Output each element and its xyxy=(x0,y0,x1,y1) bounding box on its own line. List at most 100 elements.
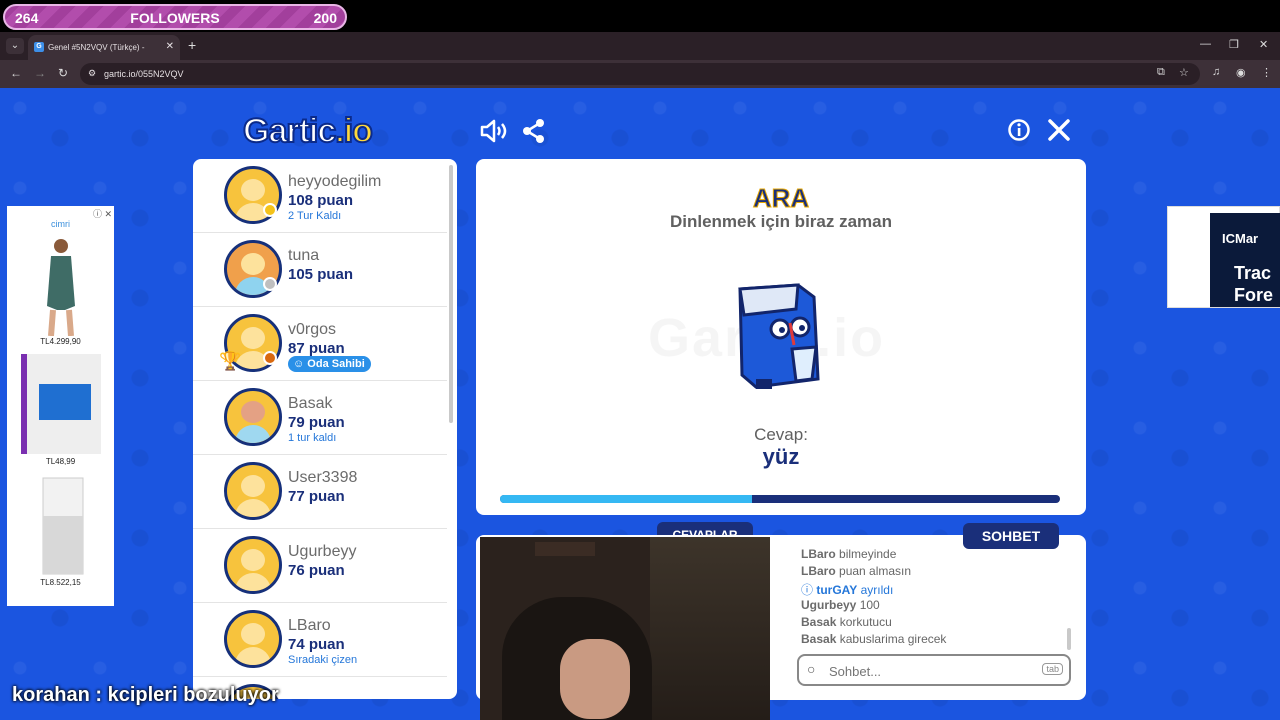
ad-price: TL4.299,90 xyxy=(40,337,81,346)
windows-box-product-image xyxy=(21,354,101,454)
round-title: ARA xyxy=(752,183,810,214)
ad-brand: ICMar xyxy=(1222,231,1259,246)
gartic-logo: Gartic.io xyxy=(242,111,374,151)
chat-text: kabuslarima girecek xyxy=(839,632,947,646)
player-points: 105 puan xyxy=(288,266,354,283)
round-subtitle: Dinlenmek için biraz zaman xyxy=(669,212,892,231)
ad-line-1: Trac xyxy=(1234,263,1272,283)
chat-scrollbar[interactable] xyxy=(1067,628,1071,650)
restore-icon[interactable]: ❐ xyxy=(1229,38,1239,51)
player-points: 87 puan xyxy=(288,340,345,357)
chat-message: LBaro puan almasın xyxy=(801,564,1071,581)
share-icon[interactable] xyxy=(522,118,546,144)
menu-icon[interactable]: ⋮ xyxy=(1261,66,1272,79)
stream-caption: korahan : kcipleri bozuluyor xyxy=(12,684,279,707)
players-scrollbar[interactable] xyxy=(449,165,453,423)
cast-icon[interactable]: ⧉ xyxy=(1157,66,1165,79)
sound-icon[interactable] xyxy=(480,118,508,144)
player-note: 1 tur kaldı xyxy=(288,432,337,444)
close-window-icon[interactable]: ✕ xyxy=(1259,38,1268,51)
player-row[interactable]: Ugurbeyy 76 puan xyxy=(193,529,447,603)
status-dot xyxy=(263,351,277,365)
player-row[interactable]: tuna 105 puan xyxy=(193,233,447,307)
chat-text: puan almasın xyxy=(839,564,912,578)
caption-text: kcipleri bozuluyor xyxy=(107,684,279,706)
player-row[interactable]: LBaro 74 puan Sıradaki çizen xyxy=(193,603,447,677)
reload-icon[interactable]: ↻ xyxy=(58,66,68,80)
browser-tab[interactable]: G Genel #5N2VQV (Türkçe) - ✕ xyxy=(28,35,180,60)
player-row[interactable]: heyyodegilim 108 puan 2 Tur Kaldı xyxy=(193,159,447,233)
minimize-icon[interactable]: — xyxy=(1200,38,1211,50)
logo-suffix-text: .io xyxy=(334,111,374,151)
ad-line-2: Fore xyxy=(1234,285,1274,305)
chat-author: LBaro xyxy=(801,564,836,578)
profile-icon[interactable]: ◉ xyxy=(1236,66,1246,79)
chat-messages: LBaro bilmeyinde LBaro puan almasın ⓘ tu… xyxy=(801,547,1071,649)
answer-label: Cevap: xyxy=(754,425,808,444)
players-panel: heyyodegilim 108 puan 2 Tur Kaldı tuna 1… xyxy=(193,159,457,699)
browser-tab-strip: ⌄ G Genel #5N2VQV (Türkçe) - ✕ + — ❐ ✕ xyxy=(0,32,1280,60)
caption-separator: : xyxy=(89,684,108,706)
url-text: gartic.io/055N2VQV xyxy=(104,69,184,79)
close-icon[interactable] xyxy=(1047,118,1071,142)
followers-goal-bar: 264 FOLLOWERS 200 xyxy=(3,4,347,30)
player-name: Ugurbeyy xyxy=(288,543,357,560)
chat-author: Ugurbeyy xyxy=(801,598,857,612)
browser-toolbar: ← → ↻ ⚙ gartic.io/055N2VQV ⧉ ☆ ♫ ◉ ⋮ xyxy=(0,60,1280,88)
player-row[interactable]: User3398 77 puan xyxy=(193,455,447,529)
player-row[interactable]: Basak 79 puan 1 tur kaldı xyxy=(193,381,447,455)
back-icon[interactable]: ← xyxy=(10,66,22,80)
player-note: Sıradaki çizen xyxy=(288,654,358,666)
tab-close-icon[interactable]: ✕ xyxy=(166,41,174,52)
avatar xyxy=(224,536,282,594)
address-bar[interactable]: ⚙ gartic.io/055N2VQV xyxy=(80,63,1200,85)
ad-brand: cimri xyxy=(51,219,70,229)
left-ad-banner[interactable]: ⓘ ✕ cimri TL4.299,90 TL48,99 TL8.522,15 xyxy=(7,206,114,606)
player-points: 108 puan xyxy=(288,192,354,209)
chat-author: turGAY xyxy=(816,583,858,597)
answer-word: yüz xyxy=(762,444,800,469)
chat-message: Basak korkutucu xyxy=(801,615,1071,632)
media-controls-icon[interactable]: ♫ xyxy=(1212,66,1220,78)
swimsuit-product-image xyxy=(47,239,75,336)
chat-author: Basak xyxy=(801,632,837,646)
chat-author: LBaro xyxy=(801,547,836,561)
tab-title: Genel #5N2VQV (Türkçe) - xyxy=(48,43,145,52)
chat-input[interactable] xyxy=(829,661,1029,681)
new-tab-icon[interactable]: + xyxy=(188,37,196,53)
player-points: 76 puan xyxy=(288,562,345,579)
player-row[interactable]: 🏆 v0rgos 87 puan ☺ Oda Sahibi xyxy=(193,307,447,381)
player-name: tuna xyxy=(288,247,320,264)
chat-message: Ugurbeyy 100 xyxy=(801,598,1071,615)
trophy-icon: 🏆 xyxy=(219,351,242,371)
streamer-webcam xyxy=(480,537,770,720)
bookmark-star-icon[interactable]: ☆ xyxy=(1179,66,1189,79)
search-icon: ○ xyxy=(807,661,816,677)
followers-goal: 200 xyxy=(313,10,337,26)
player-points: 74 puan xyxy=(288,636,345,653)
round-timer-bar xyxy=(500,495,1060,503)
chat-text: korkutucu xyxy=(839,615,892,629)
badge-label: Oda Sahibi xyxy=(307,358,365,370)
info-icon[interactable] xyxy=(1007,118,1031,142)
tab-chat[interactable]: SOHBET xyxy=(963,523,1059,549)
room-owner-badge: ☺ Oda Sahibi xyxy=(288,356,371,372)
smile-icon: ☺ xyxy=(293,358,308,370)
chat-text: bilmeyinde xyxy=(839,547,897,561)
round-status-card: ARA Dinlenmek için biraz zaman Gartic.io… xyxy=(476,159,1086,515)
round-timer-fill xyxy=(500,495,752,503)
site-info-icon[interactable]: ⚙ xyxy=(88,68,96,79)
chat-text: ayrıldı xyxy=(860,583,894,597)
forward-icon[interactable]: → xyxy=(34,66,46,80)
ad-price: TL48,99 xyxy=(45,457,76,466)
player-name: User3398 xyxy=(288,469,358,486)
avatar xyxy=(224,462,282,520)
right-ad-banner[interactable]: ICMar Trac Fore xyxy=(1167,206,1280,308)
chat-system-message: ⓘ turGAY ayrıldı xyxy=(801,581,1071,598)
chat-input-box[interactable]: ○ tab xyxy=(797,654,1071,686)
logo-main-text: Gartic xyxy=(242,111,337,151)
tab-search-icon[interactable]: ⌄ xyxy=(6,38,24,54)
chat-message: Basak kabuslarima girecek xyxy=(801,632,1071,649)
avatar xyxy=(224,388,282,446)
player-name: Basak xyxy=(288,395,333,412)
